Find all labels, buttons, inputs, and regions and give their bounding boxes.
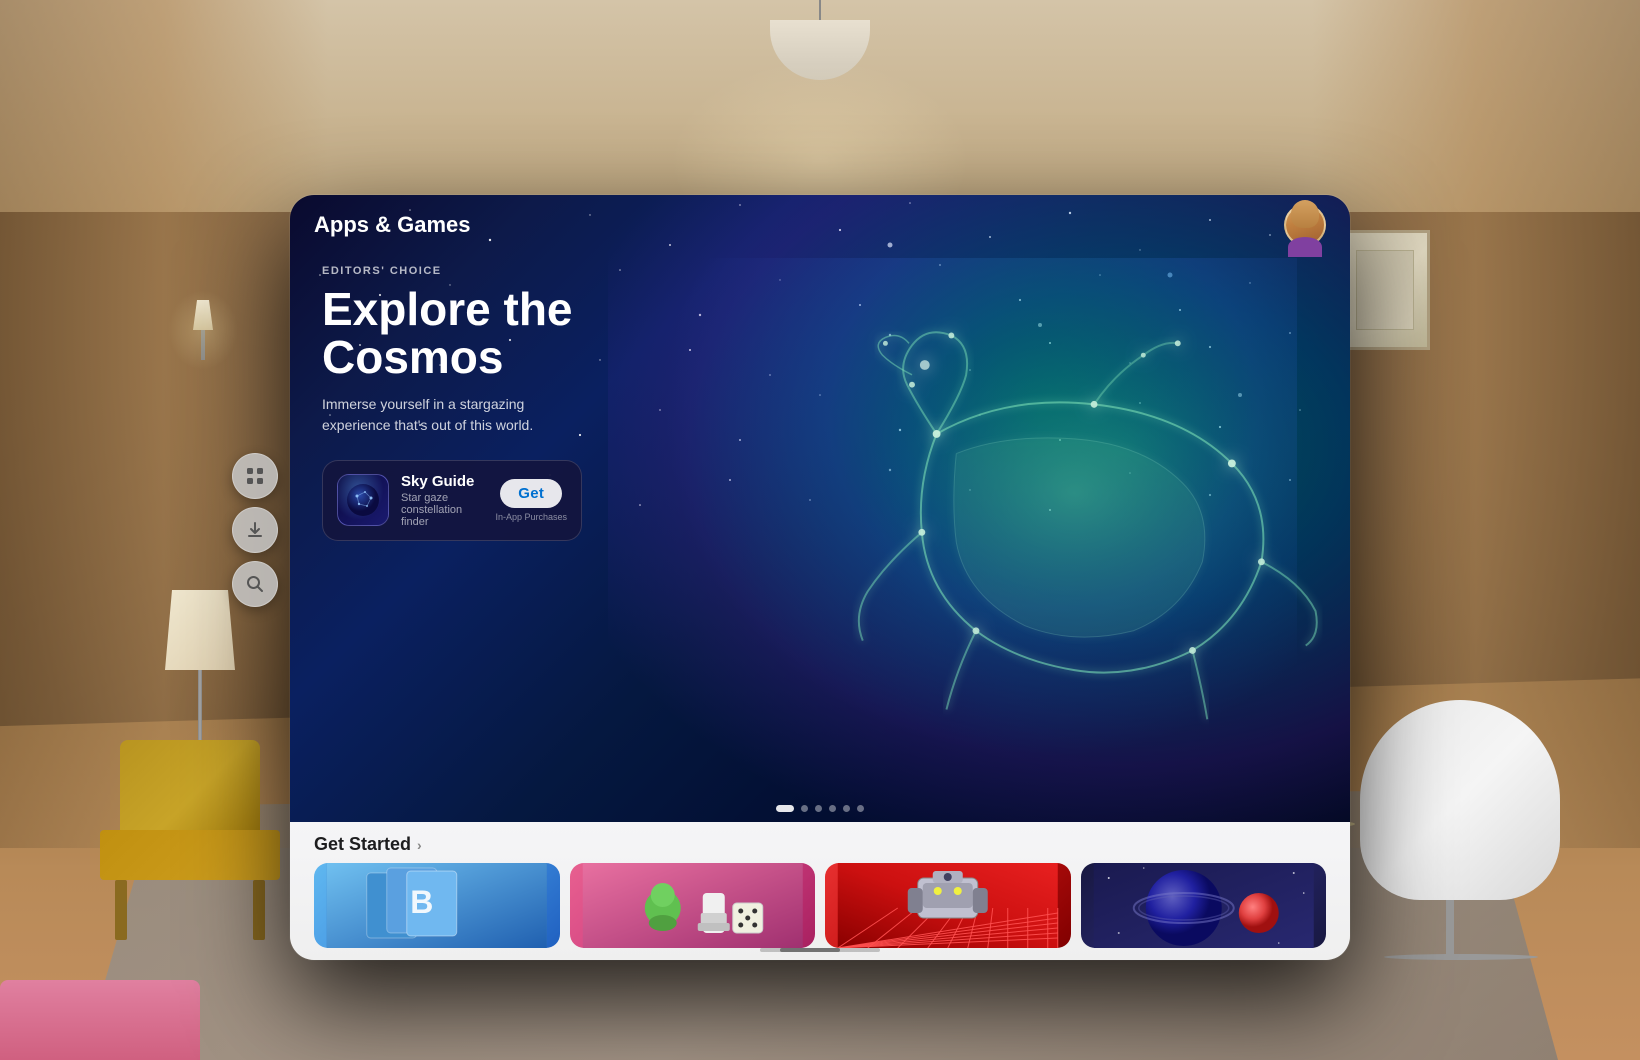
app-name: Sky Guide [401, 473, 483, 490]
bottom-section: Get Started › [290, 822, 1350, 960]
app-tile-4[interactable] [1081, 863, 1327, 948]
hero-headline-line1: Explore the [322, 283, 573, 335]
hero-headline-line2: Cosmos [322, 331, 503, 383]
app-icon [337, 474, 389, 526]
editors-choice-badge: EDITORS' CHOICE [322, 265, 582, 277]
app-tile-1[interactable]: B [314, 863, 560, 948]
side-nav-download-button[interactable] [232, 507, 278, 553]
tile-4-art [1081, 863, 1327, 948]
pagination-dot-1[interactable] [776, 805, 794, 812]
hero-section: Apps & Games EDITORS' CHOICE Explore the… [290, 195, 1350, 822]
side-nav-apps-button[interactable] [232, 453, 278, 499]
header-title: Apps & Games [314, 212, 471, 238]
side-navigation [232, 453, 278, 607]
app-subtitle: Star gaze constellation finder [401, 492, 483, 528]
chair-right [1340, 700, 1560, 960]
pagination-dot-2[interactable] [801, 805, 808, 812]
app-icon-inner [338, 475, 388, 525]
wall-arch-left [0, 0, 328, 848]
app-tile-2[interactable] [570, 863, 816, 948]
app-window: Apps & Games EDITORS' CHOICE Explore the… [290, 195, 1350, 960]
app-tiles: B [290, 863, 1350, 948]
header: Apps & Games [290, 195, 1350, 255]
bear-constellation [661, 195, 1350, 791]
side-nav-search-button[interactable] [232, 561, 278, 607]
pagination-dot-5[interactable] [843, 805, 850, 812]
hero-description: Immerse yourself in a stargazing experie… [322, 394, 562, 436]
get-started-header: Get Started › [290, 822, 1350, 863]
pagination-dots [776, 805, 864, 812]
tile-2-art [570, 863, 816, 948]
hero-headline: Explore the Cosmos [322, 285, 582, 382]
tile-3-art [825, 863, 1071, 948]
get-started-title: Get Started [314, 834, 411, 855]
wall-sconce [188, 300, 218, 360]
chair-left [100, 740, 280, 940]
download-icon [245, 520, 265, 540]
avatar-face [1291, 206, 1319, 228]
app-tile-3[interactable] [825, 863, 1071, 948]
couch [0, 980, 200, 1060]
in-app-purchase-label: In-App Purchases [495, 512, 567, 522]
app-info: Sky Guide Star gaze constellation finder [401, 473, 483, 528]
scrollbar-thumb [780, 948, 840, 952]
app-icon-svg [345, 482, 381, 518]
avatar-body [1288, 237, 1322, 244]
avatar[interactable] [1284, 204, 1326, 246]
wall-art [1340, 230, 1430, 350]
apps-grid-icon [245, 466, 265, 486]
hero-content: EDITORS' CHOICE Explore the Cosmos Immer… [322, 265, 582, 541]
chevron-right-icon: › [417, 837, 422, 853]
avatar-image [1286, 206, 1324, 244]
app-card: Sky Guide Star gaze constellation finder… [322, 460, 582, 541]
svg-text:B: B [410, 884, 433, 920]
window-scrollbar [760, 948, 880, 952]
pagination-dot-4[interactable] [829, 805, 836, 812]
pagination-dot-6[interactable] [857, 805, 864, 812]
search-icon [245, 574, 265, 594]
tile-1-art: B [314, 863, 560, 948]
get-button[interactable]: Get [500, 479, 562, 508]
pagination-dot-3[interactable] [815, 805, 822, 812]
get-button-wrapper: Get In-App Purchases [495, 479, 567, 522]
